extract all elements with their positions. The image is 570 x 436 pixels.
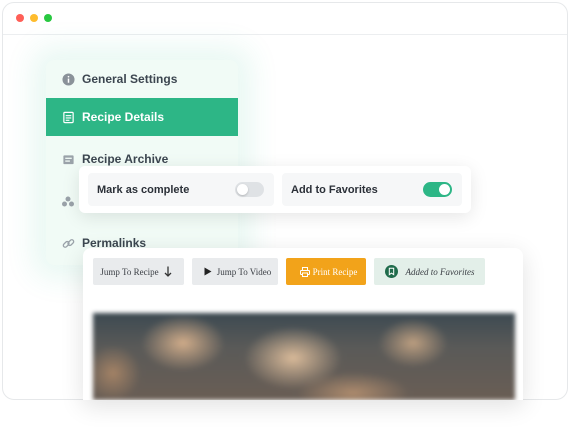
printer-icon bbox=[299, 266, 310, 277]
added-to-favorites-label: Added to Favorites bbox=[405, 266, 475, 277]
add-favorites-setting: Add to Favorites bbox=[282, 173, 462, 206]
add-favorites-toggle[interactable] bbox=[423, 182, 452, 197]
archive-icon bbox=[61, 152, 75, 166]
jump-to-recipe-label: Jump To Recipe bbox=[100, 266, 159, 277]
sidebar-item-label: Recipe Details bbox=[82, 110, 165, 124]
mark-complete-toggle[interactable] bbox=[235, 182, 264, 197]
bookmark-icon bbox=[384, 265, 398, 278]
info-icon bbox=[61, 72, 75, 86]
toggle-settings-card: Mark as complete Add to Favorites bbox=[79, 166, 471, 213]
jump-to-video-label: Jump To Video bbox=[216, 266, 272, 277]
sidebar-item-label: Recipe Archive bbox=[82, 152, 169, 166]
mark-complete-label: Mark as complete bbox=[97, 183, 190, 196]
sidebar-item-label: General Settings bbox=[82, 72, 178, 86]
sidebar-item-general-settings[interactable]: General Settings bbox=[46, 60, 238, 98]
document-icon bbox=[61, 110, 75, 124]
print-recipe-label: Print Recipe bbox=[312, 266, 358, 277]
jump-to-video-button[interactable]: Jump To Video bbox=[192, 258, 278, 285]
jump-to-recipe-button[interactable]: Jump To Recipe bbox=[93, 258, 184, 285]
close-window-button[interactable] bbox=[16, 14, 24, 22]
add-favorites-label: Add to Favorites bbox=[291, 183, 378, 196]
arrow-down-icon bbox=[164, 266, 172, 277]
group-icon bbox=[61, 194, 75, 208]
mark-complete-setting: Mark as complete bbox=[88, 173, 274, 206]
maximize-window-button[interactable] bbox=[44, 14, 52, 22]
settings-sidebar: General Settings Recipe Details Recipe A… bbox=[46, 60, 238, 265]
minimize-window-button[interactable] bbox=[30, 14, 38, 22]
sidebar-item-recipe-details[interactable]: Recipe Details bbox=[46, 98, 238, 136]
recipe-preview-card: Jump To Recipe Jump To Video Print Recip… bbox=[83, 248, 523, 400]
play-icon bbox=[204, 267, 212, 276]
title-bar bbox=[3, 3, 567, 35]
recipe-photo bbox=[93, 313, 515, 400]
added-to-favorites-button[interactable]: Added to Favorites bbox=[374, 258, 485, 285]
print-recipe-button[interactable]: Print Recipe bbox=[286, 258, 366, 285]
link-icon bbox=[61, 236, 75, 250]
